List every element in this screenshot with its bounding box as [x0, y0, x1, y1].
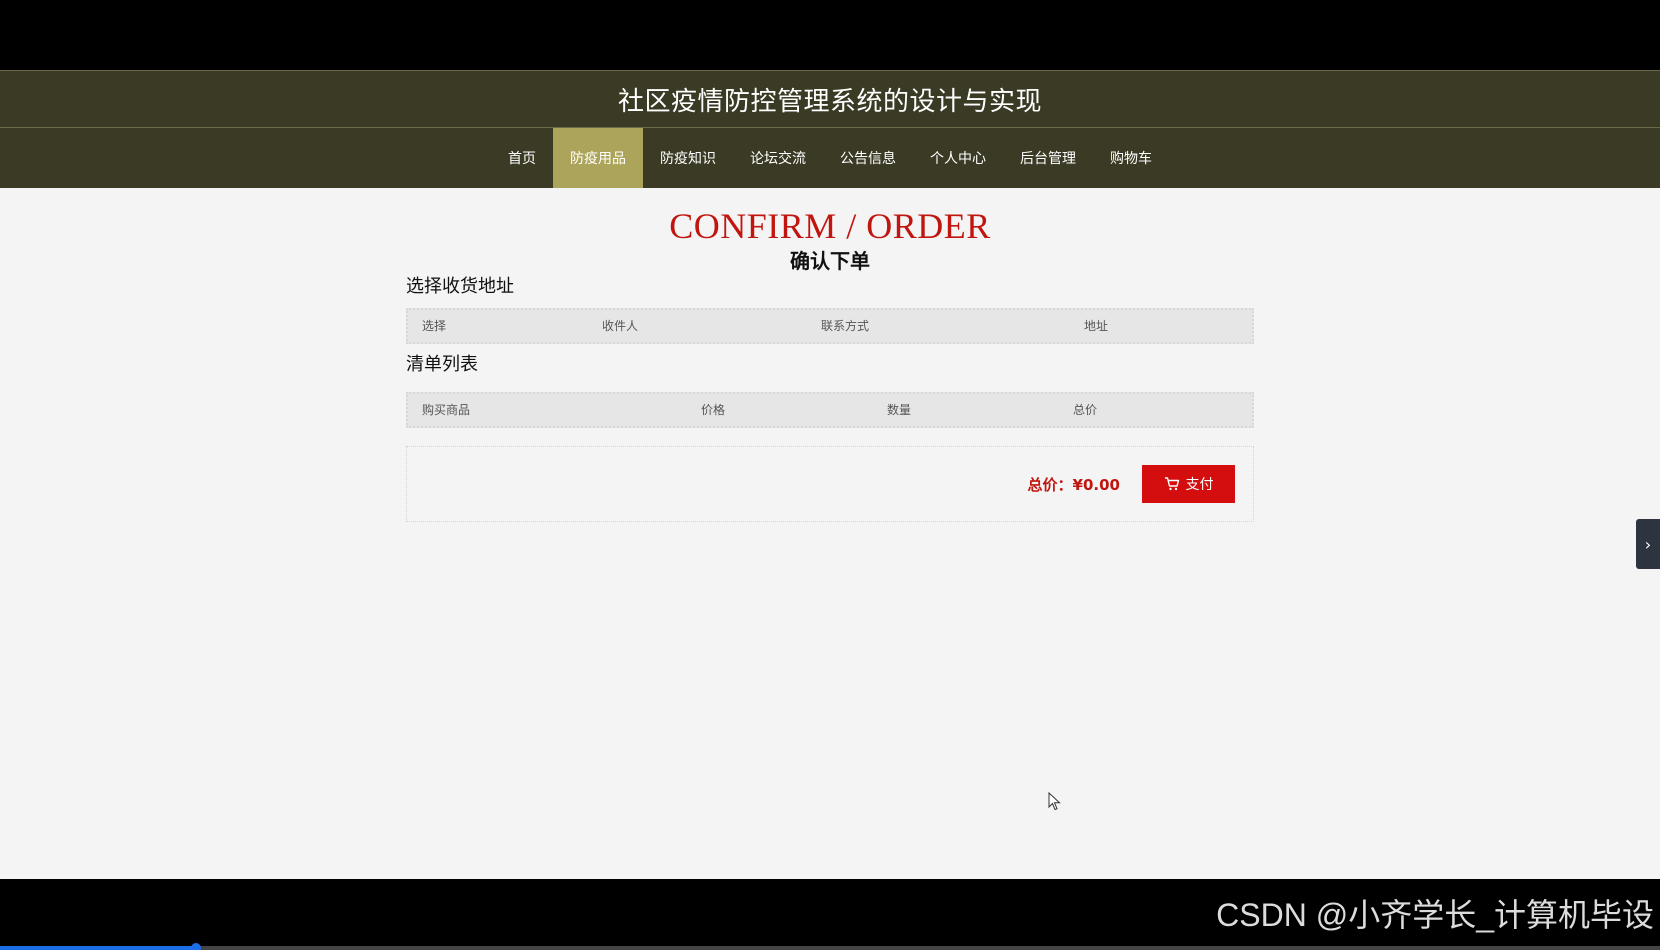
total-price-value: ¥0.00	[1072, 476, 1120, 494]
page-title-cn: 确认下单	[790, 249, 870, 273]
nav-item-home[interactable]: 首页	[491, 128, 553, 188]
nav-item-label: 防疫用品	[570, 151, 626, 167]
column-header-price: 价格	[701, 403, 726, 417]
nav-item-label: 论坛交流	[750, 151, 806, 167]
address-table-header: 选择 收件人 联系方式 地址	[406, 308, 1254, 344]
main-nav: 首页 防疫用品 防疫知识 论坛交流 公告信息 个人中心 后台管理 购物车	[0, 128, 1660, 188]
cart-icon	[1164, 477, 1179, 491]
screen: 社区疫情防控管理系统的设计与实现 首页 防疫用品 防疫知识 论坛交流 公告信息 …	[0, 0, 1660, 950]
order-list-title: 清单列表	[406, 354, 478, 375]
side-expand-tab[interactable]: ›	[1636, 519, 1660, 569]
video-progress-handle[interactable]	[190, 943, 201, 950]
site-title-text: 社区疫情防控管理系统的设计与实现	[617, 86, 1042, 117]
nav-item-label: 购物车	[1110, 151, 1152, 167]
total-price: 总价：¥0.00	[1028, 474, 1120, 495]
top-letterbox	[0, 0, 1660, 70]
order-summary: 总价：¥0.00 支付	[406, 446, 1254, 522]
video-progress-fill	[0, 946, 196, 950]
column-header-contact: 联系方式	[821, 319, 870, 333]
pay-button-label: 支付	[1185, 477, 1214, 493]
column-header-recipient: 收件人	[602, 319, 639, 333]
nav-item-cart[interactable]: 购物车	[1093, 128, 1169, 188]
order-list-table-header: 购买商品 价格 数量 总价	[406, 392, 1254, 428]
nav-item-label: 公告信息	[840, 151, 896, 167]
column-header-product: 购买商品	[422, 403, 471, 417]
mouse-cursor-icon	[1048, 792, 1061, 811]
column-header-quantity: 数量	[887, 403, 912, 417]
nav-item-forum[interactable]: 论坛交流	[733, 128, 823, 188]
nav-item-admin[interactable]: 后台管理	[1003, 128, 1093, 188]
video-progress-bar[interactable]	[0, 943, 1660, 950]
nav-item-label: 后台管理	[1020, 151, 1076, 167]
nav-item-label: 防疫知识	[660, 151, 716, 167]
site-title: 社区疫情防控管理系统的设计与实现	[0, 70, 1660, 128]
nav-item-epidemic-supplies[interactable]: 防疫用品	[553, 128, 643, 188]
pay-button[interactable]: 支付	[1142, 465, 1235, 503]
order-content: CONFIRM / ORDER 确认下单 选择收货地址 选择 收件人 联系方式 …	[406, 206, 1254, 522]
nav-item-personal-center[interactable]: 个人中心	[913, 128, 1003, 188]
address-section-title: 选择收货地址	[406, 276, 514, 297]
nav-item-label: 首页	[508, 151, 536, 167]
nav-item-announcements[interactable]: 公告信息	[823, 128, 913, 188]
column-header-total: 总价	[1073, 403, 1098, 417]
nav-item-epidemic-knowledge[interactable]: 防疫知识	[643, 128, 733, 188]
csdn-watermark: CSDN @小齐学长_计算机毕设	[1216, 897, 1654, 933]
page-title-en: CONFIRM / ORDER	[669, 206, 991, 246]
nav-item-label: 个人中心	[930, 151, 986, 167]
column-header-address: 地址	[1084, 319, 1109, 333]
chevron-right-icon: ›	[1644, 534, 1652, 554]
web-page: 社区疫情防控管理系统的设计与实现 首页 防疫用品 防疫知识 论坛交流 公告信息 …	[0, 70, 1660, 879]
column-header-select: 选择	[422, 319, 447, 333]
bottom-letterbox: CSDN @小齐学长_计算机毕设	[0, 879, 1660, 950]
total-price-label: 总价：	[1027, 476, 1073, 494]
